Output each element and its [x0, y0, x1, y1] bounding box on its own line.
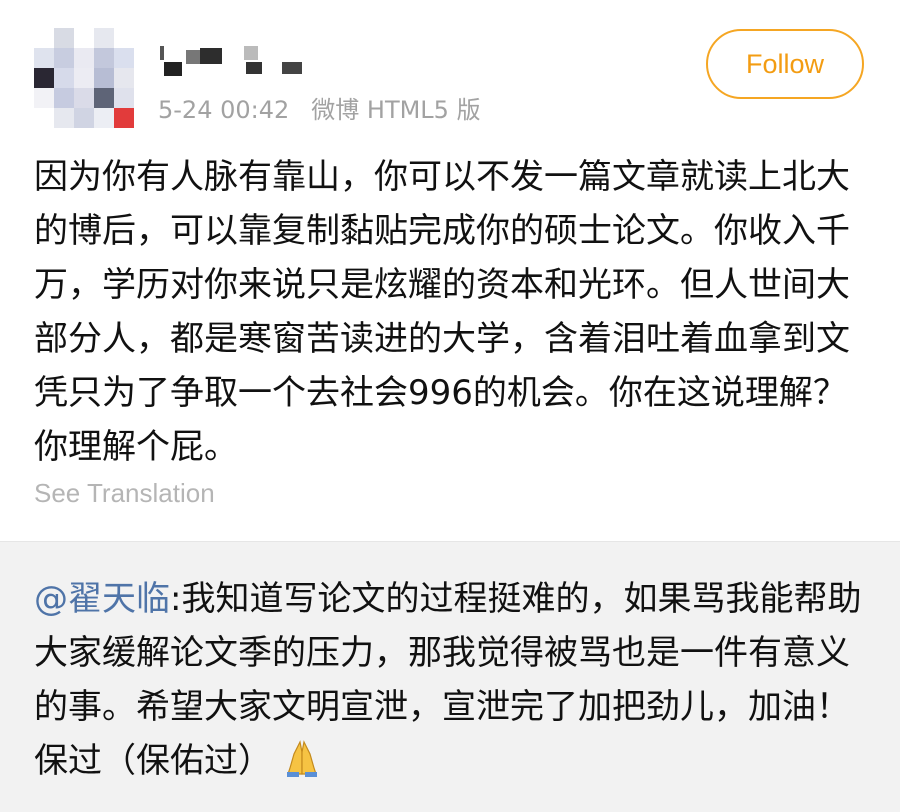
avatar-pixel	[54, 88, 74, 108]
avatar-pixel	[54, 108, 74, 128]
avatar-pixel	[94, 48, 114, 68]
follow-button[interactable]: Follow	[706, 29, 864, 99]
avatar-pixel	[54, 68, 74, 88]
avatar-pixel	[74, 108, 94, 128]
avatar[interactable]	[34, 28, 134, 128]
avatar-pixel	[74, 48, 94, 68]
avatar-pixel	[34, 28, 54, 48]
avatar-pixel	[94, 28, 114, 48]
avatar-pixel	[74, 28, 94, 48]
avatar-pixel	[34, 108, 54, 128]
avatar-pixel	[54, 48, 74, 68]
post-text: 因为你有人脉有靠山，你可以不发一篇文章就读上北大的博后，可以靠复制黏贴完成你的硕…	[34, 157, 850, 467]
avatar-pixel	[94, 108, 114, 128]
reply-box: @翟天临:我知道写论文的过程挺难的，如果骂我能帮助大家缓解论文季的压力，那我觉得…	[0, 541, 900, 812]
folded-hands-icon	[282, 738, 322, 794]
avatar-pixel	[74, 68, 94, 88]
mention-link[interactable]: @翟天临	[34, 579, 170, 619]
username-redacted[interactable]	[160, 40, 310, 80]
avatar-pixel	[114, 28, 134, 48]
avatar-pixel	[94, 68, 114, 88]
post-timestamp: 5-24 00:42	[158, 96, 290, 124]
avatar-pixel	[34, 68, 54, 88]
avatar-pixel	[34, 48, 54, 68]
post-header: 5-24 00:42 微博 HTML5 版 Follow	[0, 0, 900, 140]
avatar-pixel	[114, 108, 134, 128]
reply-text-block: @翟天临:我知道写论文的过程挺难的，如果骂我能帮助大家缓解论文季的压力，那我觉得…	[34, 572, 879, 794]
post-meta: 5-24 00:42 微博 HTML5 版	[158, 90, 481, 125]
avatar-pixel	[74, 88, 94, 108]
post-body: 因为你有人脉有靠山，你可以不发一篇文章就读上北大的博后，可以靠复制黏贴完成你的硕…	[34, 150, 874, 474]
post-source: 微博 HTML5 版	[311, 96, 481, 124]
avatar-pixel	[94, 88, 114, 108]
avatar-pixel	[54, 28, 74, 48]
avatar-pixel	[114, 88, 134, 108]
avatar-pixel	[114, 68, 134, 88]
avatar-pixel	[114, 48, 134, 68]
avatar-pixel	[34, 88, 54, 108]
see-translation-link[interactable]: See Translation	[34, 478, 215, 509]
